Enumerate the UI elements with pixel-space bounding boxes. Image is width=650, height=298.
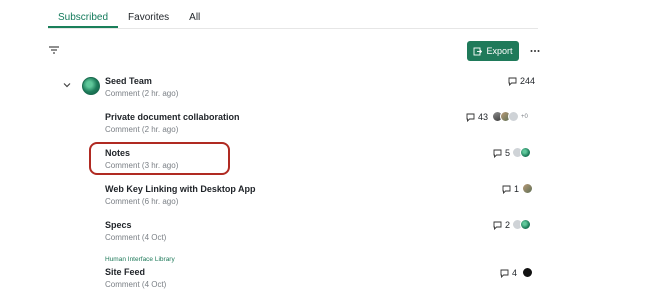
- document-comment-count: 1: [502, 184, 519, 194]
- selection-highlight: [89, 142, 230, 175]
- team-header[interactable]: Seed Team Comment (2 hr. ago): [105, 76, 545, 98]
- avatar: [522, 183, 533, 194]
- comment-icon: [500, 269, 509, 278]
- document-comment-count: 5: [493, 148, 510, 158]
- comment-count: 1: [514, 184, 520, 194]
- document-title: Web Key Linking with Desktop App: [105, 184, 256, 194]
- comment-count: 4: [512, 268, 518, 278]
- comment-count: 244: [520, 76, 536, 86]
- collaborator-avatars: [512, 147, 531, 158]
- tab-subscribed[interactable]: Subscribed: [48, 0, 119, 28]
- comment-count: 5: [505, 148, 511, 158]
- team-avatar: [82, 77, 100, 95]
- comment-count: 43: [478, 112, 489, 122]
- document-meta: Comment (4 Oct): [105, 280, 167, 289]
- team-meta: Comment (2 hr. ago): [105, 89, 179, 98]
- team-comment-count: 244: [508, 76, 535, 86]
- collaborator-avatars: [512, 219, 531, 230]
- export-icon: [474, 47, 483, 55]
- tab-bar: Subscribed Favorites All: [48, 0, 210, 28]
- more-options-button[interactable]: [527, 43, 543, 59]
- tab-favorites[interactable]: Favorites: [118, 0, 179, 28]
- avatar: [508, 111, 519, 122]
- document-title: Specs: [105, 220, 132, 230]
- avatar: [520, 147, 531, 158]
- document-meta: Comment (6 hr. ago): [105, 197, 179, 206]
- comment-icon: [493, 149, 502, 158]
- avatar: [522, 267, 533, 278]
- collaborator-avatars: [522, 267, 533, 278]
- chevron-down-icon[interactable]: [62, 80, 72, 90]
- document-meta: Comment (4 Oct): [105, 233, 167, 242]
- list-item[interactable]: Human Interface Library Site Feed Commen…: [105, 256, 545, 289]
- comment-icon: [508, 77, 517, 86]
- team-title: Seed Team: [105, 76, 152, 86]
- comment-icon: [502, 185, 511, 194]
- list-item[interactable]: Web Key Linking with Desktop App Comment…: [105, 184, 545, 206]
- document-title: Site Feed: [105, 267, 146, 277]
- export-label: Export: [486, 46, 513, 56]
- document-meta: Comment (2 hr. ago): [105, 125, 179, 134]
- document-comment-count: 2: [493, 220, 510, 230]
- tabs-divider: [48, 28, 538, 29]
- list-item[interactable]: Specs Comment (4 Oct): [105, 220, 545, 242]
- more-horizontal-icon: [530, 50, 540, 52]
- document-comment-count: 43: [466, 112, 488, 122]
- filter-icon[interactable]: [48, 44, 60, 56]
- avatar: [520, 219, 531, 230]
- tab-all[interactable]: All: [179, 0, 210, 28]
- library-tag[interactable]: Human Interface Library: [105, 256, 545, 263]
- export-button[interactable]: Export: [467, 41, 519, 61]
- document-comment-count: 4: [500, 268, 517, 278]
- collaborator-avatars: +0: [492, 111, 528, 122]
- comment-count: 2: [505, 220, 511, 230]
- comment-icon: [493, 221, 502, 230]
- comment-icon: [466, 113, 475, 122]
- more-avatars-count: +0: [521, 113, 528, 120]
- collaborator-avatars: [522, 183, 533, 194]
